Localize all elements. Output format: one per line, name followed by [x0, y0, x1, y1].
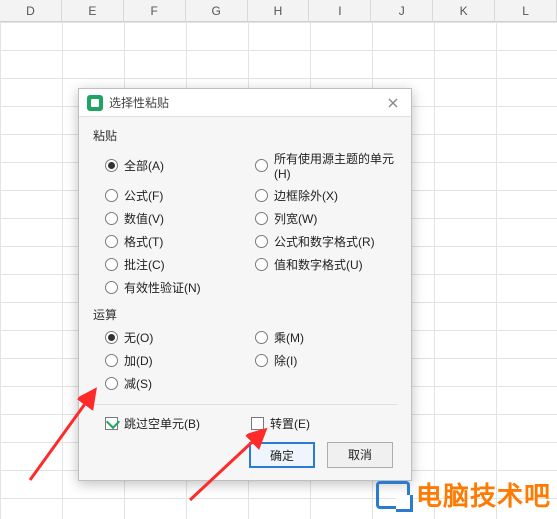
dialog-titlebar[interactable]: 选择性粘贴: [79, 89, 411, 117]
radio-label: 无(O): [124, 329, 153, 346]
radio-validation[interactable]: 有效性验证(N): [105, 279, 247, 296]
radio-label: 除(I): [274, 352, 297, 369]
annotation-arrow-icon: [180, 420, 280, 510]
radio-divide[interactable]: 除(I): [255, 352, 397, 369]
radio-icon: [105, 354, 118, 367]
radio-icon: [255, 258, 268, 271]
radio-none[interactable]: 无(O): [105, 329, 247, 346]
radio-label: 批注(C): [124, 256, 165, 273]
radio-label: 有效性验证(N): [124, 279, 201, 296]
radio-all[interactable]: 全部(A): [105, 150, 247, 181]
col-header[interactable]: I: [309, 0, 371, 21]
radio-label: 加(D): [124, 352, 153, 369]
radio-icon: [105, 331, 118, 344]
operation-options: 无(O) 乘(M) 加(D) 除(I) 减(S): [93, 327, 397, 400]
dialog-title: 选择性粘贴: [109, 94, 383, 111]
radio-icon: [255, 159, 268, 172]
radio-icon: [255, 212, 268, 225]
radio-icon: [255, 235, 268, 248]
radio-formulas[interactable]: 公式(F): [105, 187, 247, 204]
separator: [93, 404, 397, 405]
radio-label: 值和数字格式(U): [274, 256, 363, 273]
radio-add[interactable]: 加(D): [105, 352, 247, 369]
annotation-arrow-icon: [20, 380, 110, 490]
radio-label: 全部(A): [124, 157, 164, 174]
radio-icon: [105, 212, 118, 225]
radio-label: 列宽(W): [274, 210, 317, 227]
radio-icon: [105, 159, 118, 172]
close-icon[interactable]: [383, 93, 403, 113]
radio-label: 所有使用源主题的单元(H): [274, 150, 397, 181]
cancel-button[interactable]: 取消: [327, 442, 393, 468]
radio-multiply[interactable]: 乘(M): [255, 329, 397, 346]
radio-icon: [255, 354, 268, 367]
radio-formula-num[interactable]: 公式和数字格式(R): [255, 233, 397, 250]
radio-label: 乘(M): [274, 329, 304, 346]
col-header[interactable]: K: [433, 0, 495, 21]
radio-comments[interactable]: 批注(C): [105, 256, 247, 273]
radio-formats[interactable]: 格式(T): [105, 233, 247, 250]
paste-section-label: 粘贴: [93, 127, 397, 144]
col-header[interactable]: F: [124, 0, 186, 21]
radio-label: 格式(T): [124, 233, 163, 250]
radio-value-num[interactable]: 值和数字格式(U): [255, 256, 397, 273]
app-icon: [87, 95, 103, 111]
radio-icon: [105, 235, 118, 248]
radio-theme[interactable]: 所有使用源主题的单元(H): [255, 150, 397, 181]
radio-label: 减(S): [124, 375, 152, 392]
radio-icon: [105, 189, 118, 202]
radio-label: 公式和数字格式(R): [274, 233, 375, 250]
radio-icon: [255, 189, 268, 202]
watermark-text: 电脑技术吧: [416, 476, 551, 513]
radio-col-width[interactable]: 列宽(W): [255, 210, 397, 227]
radio-label: 数值(V): [124, 210, 164, 227]
radio-icon: [105, 258, 118, 271]
paste-options: 全部(A) 所有使用源主题的单元(H) 公式(F) 边框除外(X) 数值(V) …: [93, 148, 397, 304]
radio-subtract[interactable]: 减(S): [105, 375, 247, 392]
col-header[interactable]: E: [62, 0, 124, 21]
radio-no-border[interactable]: 边框除外(X): [255, 187, 397, 204]
radio-icon: [255, 331, 268, 344]
watermark: 电脑技术吧: [376, 476, 551, 513]
col-header[interactable]: H: [248, 0, 310, 21]
watermark-icon: [376, 481, 410, 509]
radio-label: 公式(F): [124, 187, 163, 204]
column-headers: D E F G H I J K L: [0, 0, 557, 22]
col-header[interactable]: L: [495, 0, 557, 21]
radio-values[interactable]: 数值(V): [105, 210, 247, 227]
col-header[interactable]: D: [0, 0, 62, 21]
op-section-label: 运算: [93, 306, 397, 323]
radio-label: 边框除外(X): [274, 187, 338, 204]
col-header[interactable]: G: [186, 0, 248, 21]
col-header[interactable]: J: [371, 0, 433, 21]
radio-icon: [105, 281, 118, 294]
